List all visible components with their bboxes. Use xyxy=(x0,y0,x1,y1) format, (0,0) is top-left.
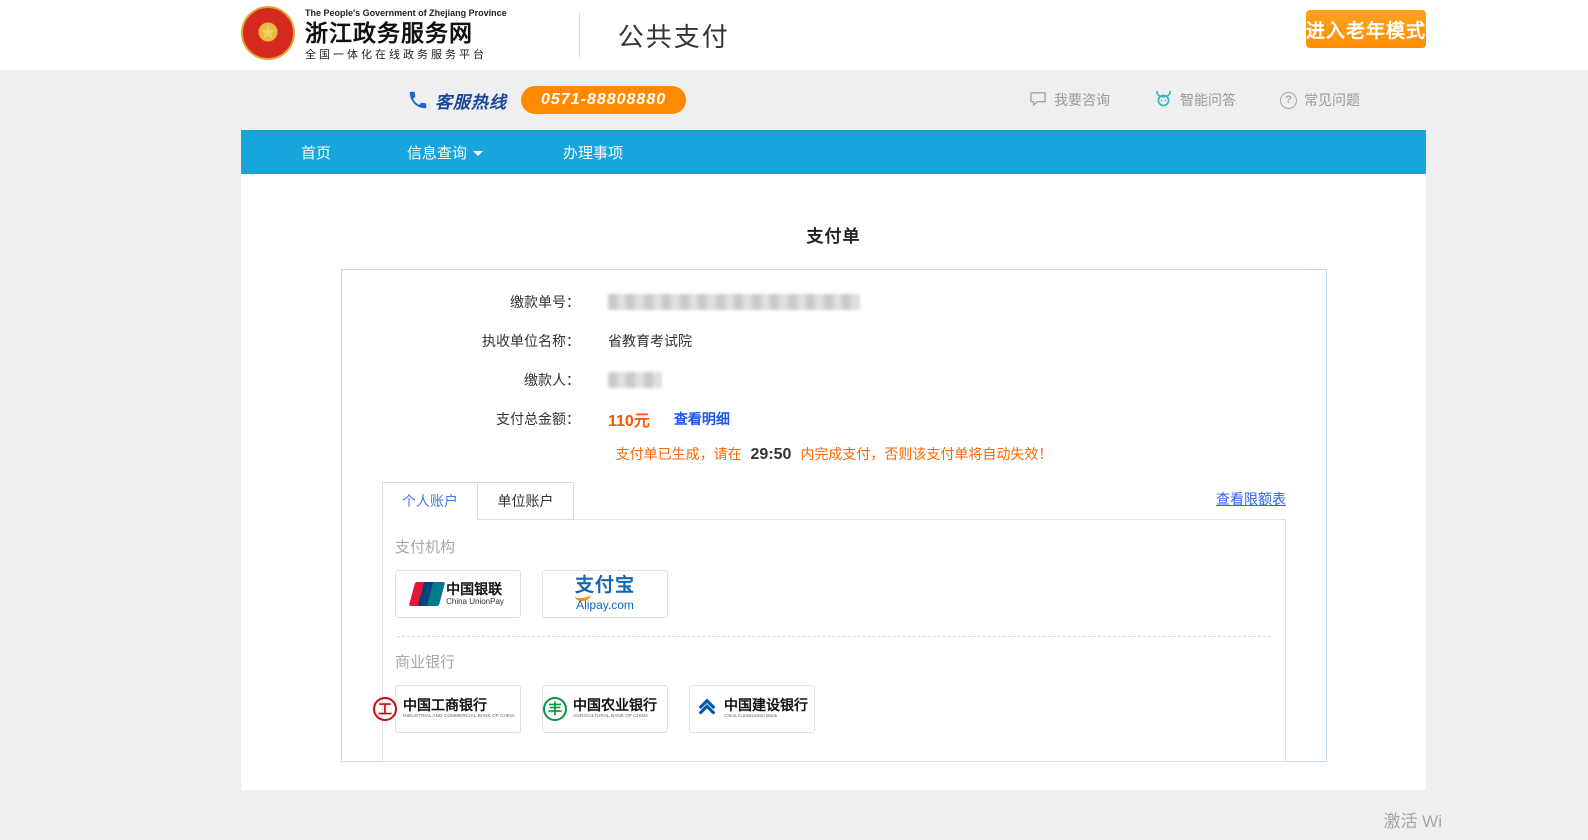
icbc-caption: INDUSTRIAL AND COMMERCIAL BANK OF CHINA xyxy=(403,714,515,720)
hotline-bar: 客服热线 0571-88808880 我要咨询 智能问答 ? 常 xyxy=(0,70,1588,130)
unionpay-option[interactable]: 中国银联 China UnionPay xyxy=(395,570,521,618)
amount-row: 支付总金额： 110元 查看明细 xyxy=(342,399,1326,438)
main-content: 支付单 缴款单号： 执收单位名称： 省教育考试院 缴款人： 支付总金额： 110… xyxy=(241,174,1426,790)
unionpay-name: 中国银联 xyxy=(446,581,504,597)
header-divider xyxy=(579,13,580,57)
amount-label: 支付总金额： xyxy=(342,409,580,429)
page-title: 公共支付 xyxy=(618,17,730,54)
abc-text: 中国农业银行 AGRICULTURAL BANK OF CHINA xyxy=(573,697,667,721)
robot-icon xyxy=(1154,90,1173,110)
unit-name-value: 省教育考试院 xyxy=(608,331,692,351)
icbc-icon: 工 xyxy=(373,697,397,721)
institutions-section-label: 支付机构 xyxy=(395,536,1273,557)
site-name: 浙江政务服务网 xyxy=(305,20,507,46)
unit-name-label: 执收单位名称： xyxy=(342,331,580,351)
emblem-star-icon: ★ xyxy=(259,20,277,45)
order-no-row: 缴款单号： xyxy=(342,282,1326,321)
section-divider xyxy=(397,636,1271,637)
hotline-label: 客服热线 xyxy=(435,88,507,113)
payer-row: 缴款人： xyxy=(342,360,1326,399)
abc-option[interactable]: 丰 中国农业银行 AGRICULTURAL BANK OF CHINA xyxy=(542,685,668,733)
payer-label: 缴款人： xyxy=(342,370,580,390)
phone-icon xyxy=(407,89,429,111)
tab-corporate-account[interactable]: 单位账户 xyxy=(478,482,574,520)
nav-item-matters[interactable]: 办理事项 xyxy=(563,142,623,163)
nav-item-info-query[interactable]: 信息查询 xyxy=(407,142,483,163)
amount-value: 110元 xyxy=(608,407,650,431)
ccb-option[interactable]: 中国建设银行 China Construction Bank xyxy=(689,685,815,733)
warning-text-after: 内完成支付，否则该支付单将自动失效！ xyxy=(800,446,1052,462)
windows-activation-watermark: 激活 Wi xyxy=(1383,807,1442,832)
chat-icon xyxy=(1029,91,1047,110)
payment-order-title: 支付单 xyxy=(241,222,1426,247)
unionpay-caption: China UnionPay xyxy=(446,597,504,606)
limit-table-link[interactable]: 查看限额表 xyxy=(1216,489,1286,509)
abc-icon: 丰 xyxy=(543,697,567,721)
header-inner: ★ The People's Government of Zhejiang Pr… xyxy=(241,0,1426,70)
account-tabs: 个人账户 单位账户 xyxy=(382,482,574,520)
banks-cards-row: 工 中国工商银行 INDUSTRIAL AND COMMERCIAL BANK … xyxy=(395,685,1273,733)
hotline-number: 0571-88808880 xyxy=(521,86,686,114)
site-text-block: The People's Government of Zhejiang Prov… xyxy=(305,8,507,61)
site-logo: ★ The People's Government of Zhejiang Pr… xyxy=(241,8,507,61)
faq-link[interactable]: ? 常见问题 xyxy=(1280,90,1360,110)
abc-name: 中国农业银行 xyxy=(573,697,657,714)
nav-item-home[interactable]: 首页 xyxy=(301,142,331,163)
consult-label: 我要咨询 xyxy=(1054,90,1110,110)
unionpay-text: 中国银联 China UnionPay xyxy=(446,581,504,606)
payment-box: 缴款单号： 执收单位名称： 省教育考试院 缴款人： 支付总金额： 110元 查看… xyxy=(341,269,1327,762)
payer-redacted-value xyxy=(608,372,662,388)
abc-caption: AGRICULTURAL BANK OF CHINA xyxy=(573,714,648,720)
account-tabs-row: 个人账户 单位账户 查看限额表 xyxy=(382,482,1286,519)
ccb-name: 中国建设银行 xyxy=(724,697,808,714)
page-footer: 激活 Wi xyxy=(0,790,1588,840)
chevron-down-icon xyxy=(473,151,483,156)
view-detail-link[interactable]: 查看明细 xyxy=(674,409,730,429)
warning-text-before: 支付单已生成，请在 xyxy=(616,446,742,462)
order-no-label: 缴款单号： xyxy=(342,292,580,312)
help-links: 我要咨询 智能问答 ? 常见问题 xyxy=(1029,90,1360,110)
hotline-inner: 客服热线 0571-88808880 我要咨询 智能问答 ? 常 xyxy=(241,70,1426,130)
smart-qa-link[interactable]: 智能问答 xyxy=(1154,90,1236,110)
order-no-redacted-value xyxy=(608,294,860,310)
payment-warning: 支付单已生成，请在 29:50 内完成支付，否则该支付单将自动失效！ xyxy=(342,444,1326,464)
institutions-cards-row: 中国银联 China UnionPay 支付宝 Alipay.com xyxy=(395,570,1273,618)
payment-methods-panel: 支付机构 中国银联 China UnionPay 支付宝 Alipay.com xyxy=(382,519,1286,762)
site-tagline: 全国一体化在线政务服务平台 xyxy=(305,49,507,62)
nav-info-query-label: 信息查询 xyxy=(407,142,467,163)
unionpay-icon xyxy=(412,582,439,606)
ccb-text: 中国建设银行 China Construction Bank xyxy=(724,697,808,721)
icbc-text: 中国工商银行 INDUSTRIAL AND COMMERCIAL BANK OF… xyxy=(403,697,543,721)
banks-section-label: 商业银行 xyxy=(395,651,1273,672)
tab-personal-account[interactable]: 个人账户 xyxy=(382,482,478,520)
top-header: ★ The People's Government of Zhejiang Pr… xyxy=(0,0,1588,70)
consult-link[interactable]: 我要咨询 xyxy=(1029,90,1110,110)
question-icon: ? xyxy=(1280,92,1297,109)
elder-mode-button[interactable]: 进入老年模式 xyxy=(1306,10,1426,48)
icbc-option[interactable]: 工 中国工商银行 INDUSTRIAL AND COMMERCIAL BANK … xyxy=(395,685,521,733)
ccb-icon xyxy=(696,698,718,720)
page-body: 客服热线 0571-88808880 我要咨询 智能问答 ? 常 xyxy=(0,70,1588,840)
main-nav: 首页 信息查询 办理事项 xyxy=(241,130,1426,174)
faq-label: 常见问题 xyxy=(1304,90,1360,110)
alipay-option[interactable]: 支付宝 Alipay.com xyxy=(542,570,668,618)
ccb-caption: China Construction Bank xyxy=(724,714,777,720)
smart-qa-label: 智能问答 xyxy=(1180,90,1236,110)
icbc-name: 中国工商银行 xyxy=(403,697,487,714)
site-english-title: The People's Government of Zhejiang Prov… xyxy=(305,8,507,18)
countdown-timer: 29:50 xyxy=(751,446,792,463)
national-emblem-icon: ★ xyxy=(241,6,295,60)
unit-name-row: 执收单位名称： 省教育考试院 xyxy=(342,321,1326,360)
